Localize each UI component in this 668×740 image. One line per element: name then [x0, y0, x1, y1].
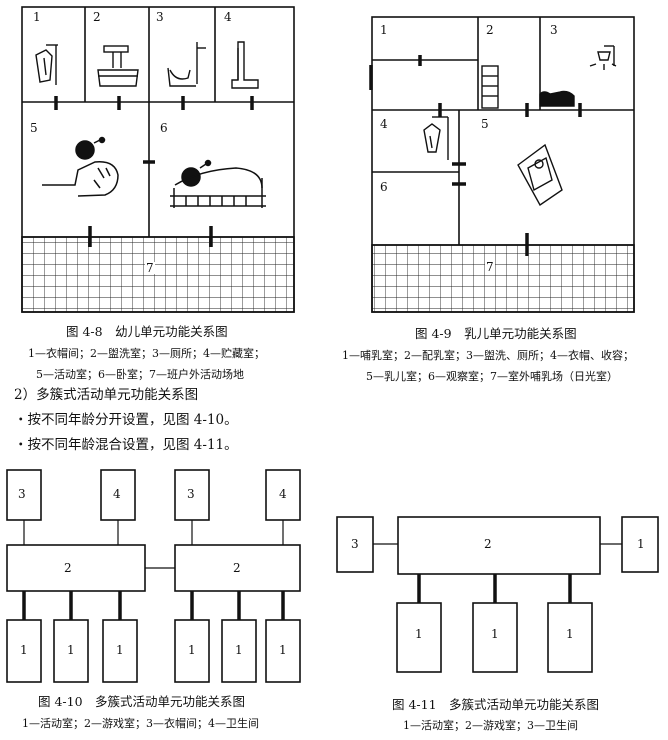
section-heading: 2）多簇式活动单元功能关系图 [14, 387, 199, 403]
fig410-right-label-1c: 1 [279, 643, 287, 657]
section-bullet-2: ・按不同年龄混合设置，见图 4-11。 [14, 437, 238, 453]
fig411-label-1b: 1 [491, 627, 499, 641]
fig-4-11-diagram [336, 516, 659, 673]
fig411-label-3: 3 [351, 537, 359, 551]
fig49-room-3-label: 3 [550, 23, 558, 37]
section-bullet-1: ・按不同年龄分开设置，见图 4-10。 [14, 412, 238, 428]
fig49-room-4-label: 4 [380, 117, 388, 131]
fig48-legend-line2: 5—活动室；6—卧室；7—班户外活动场地 [36, 368, 244, 381]
washtub-icon [539, 90, 575, 107]
fig49-legend-line2: 5—乳儿室；6—观察室；7—室外哺乳场（日光室） [366, 370, 618, 383]
washbasin-icon [97, 45, 139, 87]
child-playing-icon [42, 136, 119, 197]
fig48-room-6-label: 6 [160, 121, 168, 135]
fig410-caption: 图 4-10 多簇式活动单元功能关系图 [38, 694, 246, 709]
fig410-left-label-2: 2 [64, 561, 72, 575]
infant-crib-icon [517, 143, 563, 207]
coat-hanger-icon [423, 116, 449, 160]
fig411-label-1a: 1 [415, 627, 423, 641]
fig411-legend: 1—活动室；2—游戏室；3—卫生间 [403, 719, 578, 732]
fig410-left-label-4: 4 [113, 487, 121, 501]
fig49-room-7-label: 7 [485, 260, 495, 274]
fig48-room-5-label: 5 [30, 121, 38, 135]
fig48-room-1-label: 1 [33, 10, 41, 24]
fig49-caption: 图 4-9 乳儿单元功能关系图 [415, 326, 577, 341]
fig410-right-label-3: 3 [187, 487, 195, 501]
fig411-caption: 图 4-11 多簇式活动单元功能关系图 [392, 697, 600, 712]
fig49-room-1-label: 1 [380, 23, 388, 37]
fig410-right-label-1b: 1 [235, 643, 243, 657]
child-sleeping-icon [170, 159, 266, 208]
fig48-room-2-label: 2 [93, 10, 101, 24]
fig49-legend-line1: 1—哺乳室；2—配乳室；3—盥洗、厕所；4—衣帽、收容； [342, 349, 634, 362]
fig48-room-7-label: 7 [145, 261, 155, 275]
storage-cabinet-icon [231, 41, 259, 89]
fig48-room-4-label: 4 [224, 10, 232, 24]
fig49-room-2-label: 2 [486, 23, 494, 37]
fig49-room-6-label: 6 [380, 180, 388, 194]
fig48-legend-line1: 1—衣帽间；2—盥洗室；3—厕所；4—贮藏室； [28, 347, 265, 360]
shelf-icon [481, 65, 499, 109]
fig48-caption: 图 4-8 幼儿单元功能关系图 [66, 324, 228, 339]
fig410-right-label-1a: 1 [188, 643, 196, 657]
lamp-icon [589, 45, 617, 70]
fig410-left-label-1c: 1 [116, 643, 124, 657]
fig410-right-label-2: 2 [233, 561, 241, 575]
fig410-left-label-1b: 1 [67, 643, 75, 657]
fig410-left-label-1a: 1 [20, 643, 28, 657]
fig-4-9-plan [369, 16, 635, 313]
fig410-right-label-4: 4 [279, 487, 287, 501]
fig49-room-5-label: 5 [481, 117, 489, 131]
fig411-label-1c: 1 [566, 627, 574, 641]
toilet-icon [167, 42, 206, 87]
fig410-left-label-3: 3 [18, 487, 26, 501]
fig-4-10-diagram [6, 469, 301, 683]
fig-4-8-plan [21, 6, 295, 313]
fig411-label-1-right: 1 [637, 537, 645, 551]
fig410-legend: 1—活动室；2—游戏室；3—衣帽间；4—卫生间 [22, 717, 259, 730]
fig411-label-2: 2 [484, 537, 492, 551]
fig48-room-3-label: 3 [156, 10, 164, 24]
coat-rack-icon [35, 44, 58, 85]
